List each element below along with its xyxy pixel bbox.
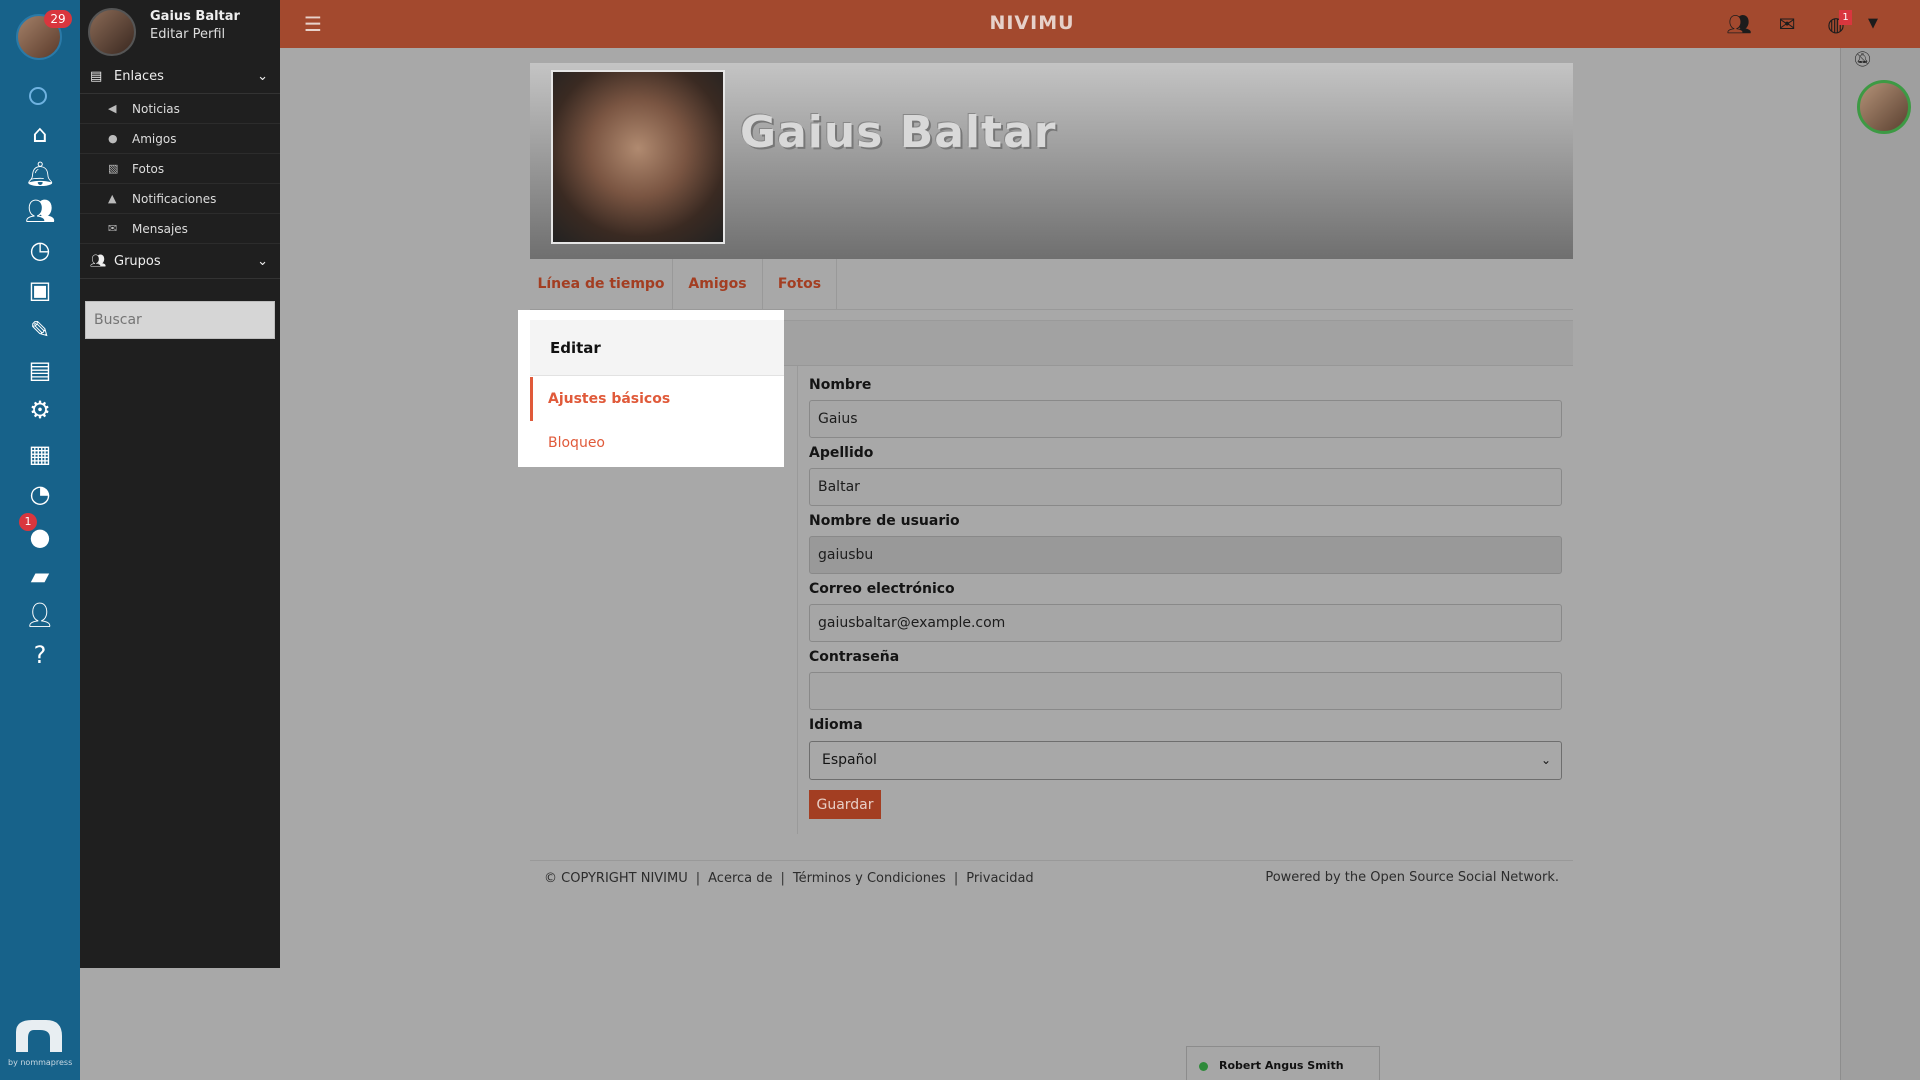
last-name-label: Apellido <box>809 445 874 461</box>
tab-photos[interactable]: Fotos <box>763 259 837 309</box>
last-name-input[interactable] <box>809 468 1562 506</box>
menu-item-basic-settings[interactable]: Ajustes básicos <box>530 377 784 421</box>
sidebar-item-mensajes[interactable]: ✉ Mensajes <box>80 214 280 244</box>
chat-tab[interactable]: Robert Angus Smith <box>1186 1046 1380 1080</box>
sidebar-section-grupos[interactable]: 👥︎ Grupos ⌄ <box>80 245 280 279</box>
online-status-icon <box>1199 1062 1208 1071</box>
sidebar-item-label: Mensajes <box>132 222 188 236</box>
chat-contact-name: Robert Angus Smith <box>1219 1059 1344 1072</box>
clipboard-icon[interactable]: ▦ <box>22 439 58 469</box>
email-label: Correo electrónico <box>809 581 955 597</box>
save-button[interactable]: Guardar <box>809 790 881 819</box>
sidebar-user-name[interactable]: Gaius Baltar <box>150 9 240 24</box>
footer-privacy-link[interactable]: Privacidad <box>966 871 1033 886</box>
sidebar-section-label: Enlaces <box>114 69 164 84</box>
gear-icon[interactable]: ⚙ <box>22 395 58 425</box>
footer-separator: | <box>953 871 959 886</box>
folder-icon[interactable]: ▰ <box>22 561 58 591</box>
friends-icon[interactable]: 👥︎ <box>1726 12 1752 36</box>
language-select[interactable]: Español ⌄ <box>809 741 1562 780</box>
footer-powered-by[interactable]: Powered by the Open Source Social Networ… <box>1265 870 1559 885</box>
notifications-badge: 1 <box>1839 10 1852 25</box>
chat-badge: 1 <box>19 513 37 531</box>
menu-item-blocking[interactable]: Bloqueo <box>530 421 784 465</box>
users-icon: 👥︎ <box>90 254 107 269</box>
sidebar: Gaius Baltar Editar Perfil ▤ Enlaces ⌄ ◀… <box>80 0 280 968</box>
users-icon[interactable]: 👥︎ <box>22 196 58 226</box>
language-label: Idioma <box>809 717 863 733</box>
email-input[interactable] <box>809 604 1562 642</box>
footer-separator: | <box>695 871 701 886</box>
sidebar-item-label: Amigos <box>132 132 177 146</box>
profile-cover: Gaius Baltar <box>530 63 1573 259</box>
id-card-icon[interactable]: ▤ <box>22 355 58 385</box>
sidebar-item-amigos[interactable]: ● Amigos <box>80 124 280 154</box>
envelope-icon: ✉ <box>108 222 118 235</box>
sidebar-avatar[interactable] <box>88 8 136 56</box>
username-input[interactable] <box>809 536 1562 574</box>
sidebar-item-notificaciones[interactable]: ▲ Notificaciones <box>80 184 280 214</box>
sidebar-section-enlaces[interactable]: ▤ Enlaces ⌄ <box>80 60 280 94</box>
online-friends-strip: 🔕︎ <box>1840 48 1920 1080</box>
image-icon: ▧ <box>108 162 119 175</box>
online-friend-avatar[interactable] <box>1857 80 1911 134</box>
first-name-input[interactable] <box>809 400 1562 438</box>
chevron-down-icon: ⌄ <box>1540 753 1551 767</box>
user-money-icon[interactable]: 👤︎ <box>22 600 58 630</box>
brand-logo-icon <box>16 1020 62 1052</box>
users-icon: ● <box>108 132 118 145</box>
pie-chart-icon[interactable]: ◔ <box>22 479 58 509</box>
caret-down-icon[interactable]: ▼ <box>1860 16 1886 40</box>
brand-title[interactable]: NIVIMU <box>280 0 1784 46</box>
left-rail: 29 ⌂ 🔔︎ 👥︎ ◷ ▣ ✎ ▤ ⚙ ▦ ◔ ● 1 ▰ 👤︎ ? by n… <box>0 0 80 1080</box>
profile-tabs: Línea de tiempo Amigos Fotos <box>530 259 1573 310</box>
panel-header <box>784 320 1573 366</box>
chevron-down-icon: ⌄ <box>257 254 268 269</box>
footer-separator: | <box>780 871 785 886</box>
top-bar: NIVIMU ☰ 👥︎ ✉ ◍ 1 ▼ <box>280 0 1920 48</box>
circle-icon[interactable] <box>29 87 47 105</box>
notification-count-badge: 29 <box>44 10 72 28</box>
tab-timeline[interactable]: Línea de tiempo <box>530 259 673 309</box>
envelope-icon[interactable]: ✉ <box>1774 12 1800 36</box>
newspaper-icon: ▤ <box>90 69 103 84</box>
sidebar-item-label: Notificaciones <box>132 192 217 206</box>
edit-profile-link[interactable]: Editar Perfil <box>150 27 225 42</box>
menu-toggle-icon[interactable]: ☰ <box>304 12 326 36</box>
first-name-label: Nombre <box>809 377 872 393</box>
search-input[interactable] <box>85 301 275 339</box>
sidebar-item-noticias[interactable]: ◀ Noticias <box>80 94 280 124</box>
footer: © COPYRIGHT NIVIMU | Acerca de | Términos y … <box>530 860 1573 888</box>
profile-photo[interactable] <box>551 70 725 244</box>
bell-slash-icon[interactable]: 🔕︎ <box>1853 50 1872 68</box>
password-input[interactable] <box>809 672 1562 710</box>
bell-icon[interactable]: 🔔︎ <box>22 159 58 189</box>
edit-menu-title: Editar <box>530 320 784 376</box>
rail-footer-text: by nommapress <box>8 1058 73 1067</box>
chevron-down-icon: ⌄ <box>257 69 268 84</box>
briefcase-icon[interactable]: ▣ <box>22 275 58 305</box>
broom-icon[interactable]: ✎ <box>22 315 58 345</box>
password-label: Contraseña <box>809 649 900 665</box>
footer-terms-link[interactable]: Términos y Condiciones <box>793 871 946 886</box>
sidebar-item-label: Fotos <box>132 162 165 176</box>
username-label: Nombre de usuario <box>809 513 960 529</box>
home-icon[interactable]: ⌂ <box>22 119 58 149</box>
tab-friends[interactable]: Amigos <box>673 259 763 309</box>
clock-icon[interactable]: ◷ <box>22 235 58 265</box>
profile-name: Gaius Baltar <box>740 107 1057 158</box>
panel-divider <box>797 366 798 834</box>
footer-copyright: © COPYRIGHT NIVIMU <box>544 871 688 886</box>
sidebar-item-fotos[interactable]: ▧ Fotos <box>80 154 280 184</box>
sidebar-section-label: Grupos <box>114 254 161 269</box>
sidebar-item-label: Noticias <box>132 102 180 116</box>
bell-icon: ▲ <box>108 192 117 205</box>
bullhorn-icon: ◀ <box>108 102 117 115</box>
footer-about-link[interactable]: Acerca de <box>708 871 772 886</box>
question-icon[interactable]: ? <box>22 640 58 670</box>
language-select-value: Español <box>822 752 877 768</box>
edit-menu: Editar Ajustes básicos Bloqueo <box>518 310 784 467</box>
